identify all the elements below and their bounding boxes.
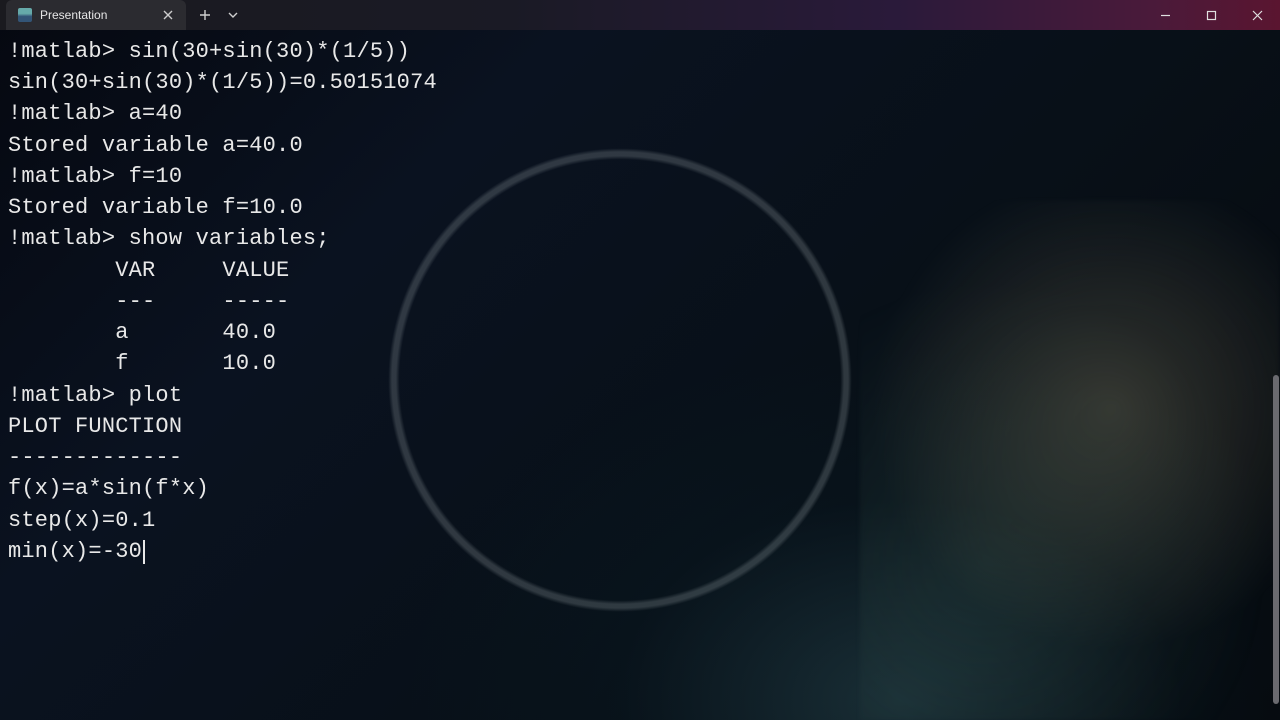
window-controls	[1142, 0, 1280, 30]
minimize-icon	[1160, 10, 1171, 21]
terminal-output-line: VAR VALUE	[8, 255, 1272, 286]
terminal-output-line: Stored variable f=10.0	[8, 192, 1272, 223]
text-cursor	[143, 540, 145, 564]
window-titlebar: Presentation	[0, 0, 1280, 30]
new-tab-button[interactable]	[194, 4, 216, 26]
tab-dropdown-button[interactable]	[222, 4, 244, 26]
tabbar-actions	[194, 4, 244, 26]
terminal-profile-icon	[18, 8, 32, 22]
maximize-button[interactable]	[1188, 0, 1234, 30]
terminal-output-line: f(x)=a*sin(f*x)	[8, 473, 1272, 504]
close-window-button[interactable]	[1234, 0, 1280, 30]
terminal-output-line: -------------	[8, 442, 1272, 473]
terminal-command-line: !matlab> sin(30+sin(30)*(1/5))	[8, 36, 1272, 67]
chevron-down-icon	[228, 10, 238, 20]
maximize-icon	[1206, 10, 1217, 21]
scrollbar-thumb[interactable]	[1273, 375, 1279, 704]
terminal-output-line: --- -----	[8, 286, 1272, 317]
terminal-command-line: !matlab> show variables;	[8, 223, 1272, 254]
plus-icon	[199, 9, 211, 21]
terminal-command-line: !matlab> f=10	[8, 161, 1272, 192]
terminal-command-line: !matlab> a=40	[8, 98, 1272, 129]
terminal-output-line: PLOT FUNCTION	[8, 411, 1272, 442]
terminal-command-line: !matlab> plot	[8, 380, 1272, 411]
tab-title: Presentation	[40, 8, 152, 22]
terminal-output-line: a 40.0	[8, 317, 1272, 348]
terminal-output-line: sin(30+sin(30)*(1/5))=0.50151074	[8, 67, 1272, 98]
close-icon	[1252, 10, 1263, 21]
terminal-output-line: f 10.0	[8, 348, 1272, 379]
terminal-output-line: Stored variable a=40.0	[8, 130, 1272, 161]
minimize-button[interactable]	[1142, 0, 1188, 30]
terminal-input-line: min(x)=-30	[8, 536, 1272, 567]
vertical-scrollbar[interactable]	[1273, 32, 1279, 718]
close-tab-button[interactable]	[160, 7, 176, 23]
terminal-output[interactable]: !matlab> sin(30+sin(30)*(1/5))sin(30+sin…	[0, 30, 1280, 573]
tab-presentation[interactable]: Presentation	[6, 0, 186, 30]
close-icon	[163, 10, 173, 20]
terminal-output-line: step(x)=0.1	[8, 505, 1272, 536]
